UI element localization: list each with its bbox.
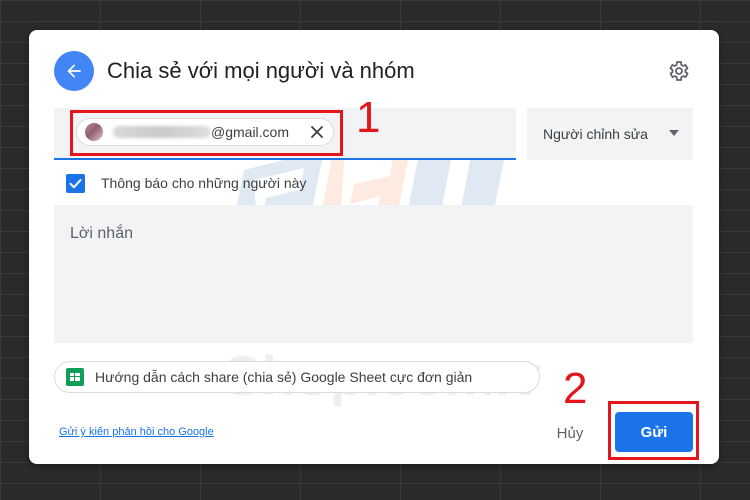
cancel-button[interactable]: Hủy [545,416,595,450]
gear-icon [669,61,689,81]
message-input[interactable] [54,205,693,343]
notify-row: Thông báo cho những người này [66,172,306,194]
back-button[interactable] [54,51,94,91]
annotation-box-recipient [70,110,343,156]
checkmark-icon [69,178,82,188]
role-select[interactable]: Người chỉnh sửa [527,108,693,160]
role-select-label: Người chỉnh sửa [543,126,648,142]
settings-button[interactable] [665,58,691,84]
google-sheets-icon [66,368,84,386]
annotation-number-1: 1 [356,93,381,142]
guide-chip-label: Hướng dẫn cách share (chia sẻ) Google Sh… [95,369,473,385]
guide-chip[interactable]: Hướng dẫn cách share (chia sẻ) Google Sh… [54,361,540,393]
dialog-title: Chia sẻ với mọi người và nhóm [107,58,415,83]
annotation-box-send [608,401,699,460]
notify-label: Thông báo cho những người này [101,175,307,191]
feedback-link[interactable]: Gửi ý kiến phản hồi cho Google [59,426,214,438]
annotation-number-2: 2 [563,364,588,413]
arrow-left-icon [67,64,81,78]
caret-down-icon [669,130,679,136]
notify-checkbox[interactable] [66,173,85,193]
